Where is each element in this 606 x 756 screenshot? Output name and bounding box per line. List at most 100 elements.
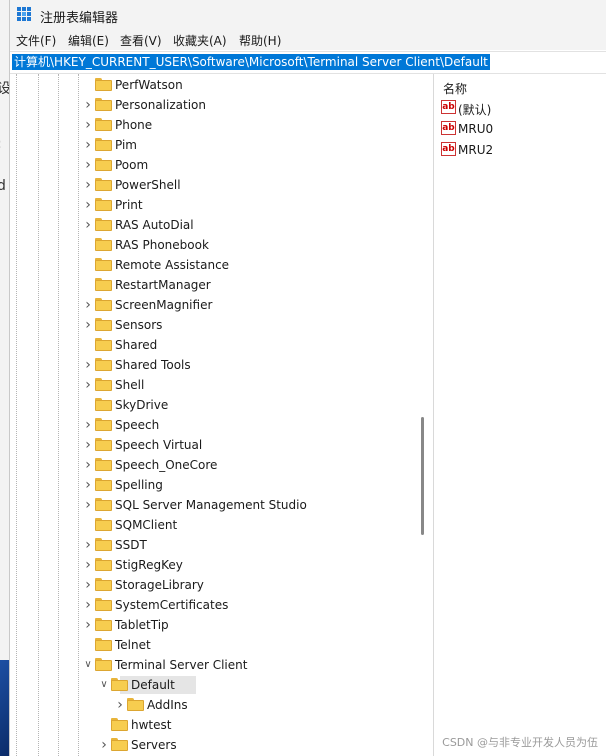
window-title: 注册表编辑器 bbox=[40, 11, 119, 26]
folder-icon bbox=[111, 718, 128, 731]
tree-item-label: SystemCertificates bbox=[115, 598, 229, 612]
chevron-right-icon[interactable]: › bbox=[82, 118, 94, 132]
chevron-down-icon[interactable]: ∨ bbox=[98, 679, 110, 691]
tree-item[interactable]: › Shell bbox=[10, 375, 420, 395]
folder-icon bbox=[95, 198, 112, 211]
chevron-right-icon[interactable]: › bbox=[114, 698, 126, 712]
tree-item[interactable]: SQMClient bbox=[10, 515, 420, 535]
menu-favorites[interactable]: 收藏夹(A) bbox=[173, 32, 227, 49]
value-name: MRU2 bbox=[458, 143, 494, 157]
chevron-right-icon[interactable]: › bbox=[82, 158, 94, 172]
tree-item[interactable]: › Servers bbox=[10, 735, 420, 755]
chevron-right-icon[interactable]: › bbox=[98, 738, 110, 752]
chevron-right-icon[interactable]: › bbox=[82, 378, 94, 392]
tree-scrollbar[interactable] bbox=[421, 74, 424, 756]
menu-view[interactable]: 查看(V) bbox=[120, 32, 162, 49]
folder-icon bbox=[95, 98, 112, 111]
tree-item[interactable]: Remote Assistance bbox=[10, 255, 420, 275]
folder-icon bbox=[95, 658, 112, 671]
chevron-right-icon[interactable]: › bbox=[82, 478, 94, 492]
tree-item[interactable]: › SSDT bbox=[10, 535, 420, 555]
chevron-right-icon[interactable]: › bbox=[82, 318, 94, 332]
tree-item[interactable]: › StorageLibrary bbox=[10, 575, 420, 595]
chevron-right-icon[interactable]: › bbox=[82, 198, 94, 212]
tree-item[interactable]: › Speech_OneCore bbox=[10, 455, 420, 475]
column-header-name[interactable]: 名称 bbox=[443, 80, 467, 97]
tree-item[interactable]: › Spelling bbox=[10, 475, 420, 495]
tree-item-label: SQL Server Management Studio bbox=[115, 498, 307, 512]
chevron-right-icon[interactable]: › bbox=[82, 618, 94, 632]
tree-item[interactable]: Shared bbox=[10, 335, 420, 355]
tree-item[interactable]: › Shared Tools bbox=[10, 355, 420, 375]
tree-item-label: PerfWatson bbox=[115, 78, 183, 92]
tree-item-label: ScreenMagnifier bbox=[115, 298, 213, 312]
folder-icon bbox=[95, 138, 112, 151]
menu-file[interactable]: 文件(F) bbox=[16, 32, 56, 49]
folder-icon bbox=[127, 698, 144, 711]
folder-icon bbox=[95, 638, 112, 651]
tree-item[interactable]: › Print bbox=[10, 195, 420, 215]
folder-icon bbox=[95, 258, 112, 271]
tree-item[interactable]: › Phone bbox=[10, 115, 420, 135]
folder-icon bbox=[95, 618, 112, 631]
title-bar[interactable]: 注册表编辑器 bbox=[10, 0, 606, 30]
tree-item[interactable]: › Speech bbox=[10, 415, 420, 435]
chevron-right-icon[interactable]: › bbox=[82, 218, 94, 232]
chevron-right-icon[interactable]: › bbox=[82, 498, 94, 512]
tree-item[interactable]: Telnet bbox=[10, 635, 420, 655]
chevron-right-icon[interactable]: › bbox=[82, 538, 94, 552]
scrollbar-thumb[interactable] bbox=[421, 417, 424, 535]
folder-icon bbox=[95, 518, 112, 531]
address-bar[interactable]: 计算机\HKEY_CURRENT_USER\Software\Microsoft… bbox=[10, 51, 606, 74]
tree-item-label: Terminal Server Client bbox=[115, 658, 248, 672]
tree-item-label: SSDT bbox=[115, 538, 147, 552]
tree-item-label: Print bbox=[115, 198, 143, 212]
chevron-right-icon[interactable]: › bbox=[82, 418, 94, 432]
tree-item[interactable]: › PowerShell bbox=[10, 175, 420, 195]
tree-item[interactable]: hwtest bbox=[10, 715, 420, 735]
chevron-right-icon[interactable]: › bbox=[82, 358, 94, 372]
tree-item[interactable]: › Pim bbox=[10, 135, 420, 155]
tree-item[interactable]: ∨ Terminal Server Client bbox=[10, 655, 420, 675]
chevron-right-icon[interactable]: › bbox=[82, 578, 94, 592]
folder-icon bbox=[95, 558, 112, 571]
tree-item[interactable]: RAS Phonebook bbox=[10, 235, 420, 255]
tree-item-label: StigRegKey bbox=[115, 558, 183, 572]
chevron-right-icon[interactable]: › bbox=[82, 298, 94, 312]
chevron-right-icon[interactable]: › bbox=[82, 458, 94, 472]
tree-item-label: Personalization bbox=[115, 98, 206, 112]
chevron-right-icon[interactable]: › bbox=[82, 438, 94, 452]
tree-item[interactable]: › ScreenMagnifier bbox=[10, 295, 420, 315]
folder-icon bbox=[95, 238, 112, 251]
tree-item[interactable]: › Poom bbox=[10, 155, 420, 175]
tree-item[interactable]: › SystemCertificates bbox=[10, 595, 420, 615]
tree-item[interactable]: › RAS AutoDial bbox=[10, 215, 420, 235]
chevron-right-icon[interactable]: › bbox=[82, 178, 94, 192]
folder-icon bbox=[95, 458, 112, 471]
tree-item[interactable]: › SQL Server Management Studio bbox=[10, 495, 420, 515]
folder-icon bbox=[95, 378, 112, 391]
tree-item[interactable]: › AddIns bbox=[10, 695, 420, 715]
folder-icon bbox=[95, 358, 112, 371]
folder-icon bbox=[95, 478, 112, 491]
tree-item-label: Remote Assistance bbox=[115, 258, 230, 272]
menu-help[interactable]: 帮助(H) bbox=[239, 32, 281, 49]
chevron-right-icon[interactable]: › bbox=[82, 558, 94, 572]
tree-item[interactable]: › Speech Virtual bbox=[10, 435, 420, 455]
tree-item[interactable]: ∨ Default bbox=[10, 675, 420, 695]
tree-item[interactable]: › Sensors bbox=[10, 315, 420, 335]
tree-item[interactable]: PerfWatson bbox=[10, 75, 420, 95]
address-path[interactable]: 计算机\HKEY_CURRENT_USER\Software\Microsoft… bbox=[12, 54, 490, 70]
tree-item[interactable]: › Personalization bbox=[10, 95, 420, 115]
tree-item[interactable]: › StigRegKey bbox=[10, 555, 420, 575]
tree-item[interactable]: RestartManager bbox=[10, 275, 420, 295]
tree-item[interactable]: › TabletTip bbox=[10, 615, 420, 635]
folder-icon bbox=[95, 158, 112, 171]
tree-item[interactable]: SkyDrive bbox=[10, 395, 420, 415]
menu-edit[interactable]: 编辑(E) bbox=[68, 32, 109, 49]
chevron-right-icon[interactable]: › bbox=[82, 98, 94, 112]
chevron-right-icon[interactable]: › bbox=[82, 598, 94, 612]
chevron-right-icon[interactable]: › bbox=[82, 138, 94, 152]
tree-item-label: StorageLibrary bbox=[115, 578, 204, 592]
chevron-down-icon[interactable]: ∨ bbox=[82, 659, 94, 671]
